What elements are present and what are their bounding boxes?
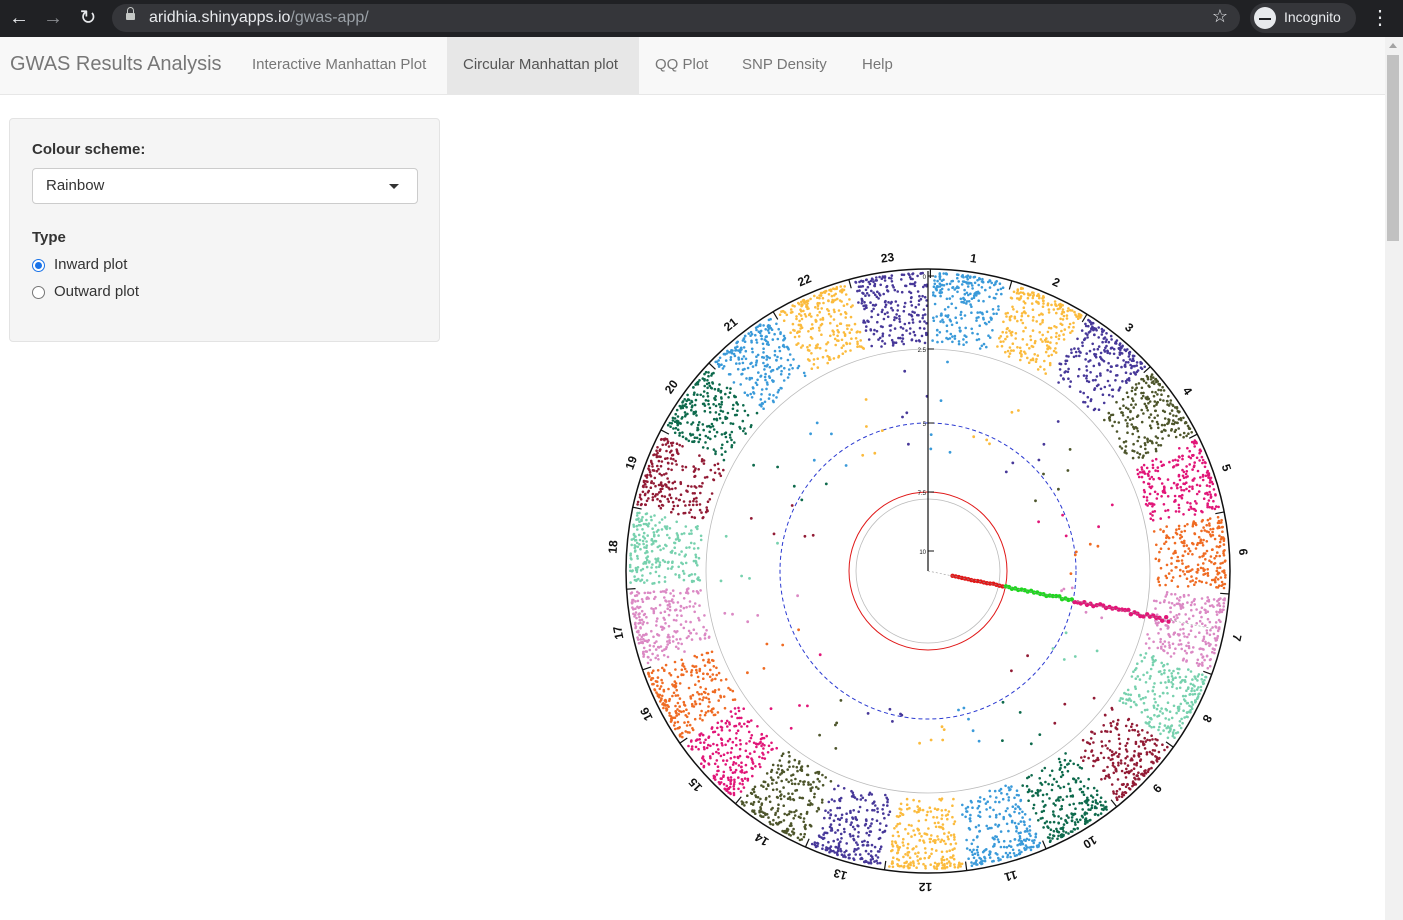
chromosome-divider <box>1203 670 1212 675</box>
incognito-label: Incognito <box>1284 9 1341 25</box>
colour-scheme-value: Rainbow <box>46 177 105 194</box>
chromosome-20-points <box>666 370 828 502</box>
chromosome-label: 21 <box>721 315 740 334</box>
chromosome-divider <box>804 838 810 848</box>
scrollbar-thumb[interactable] <box>1387 55 1399 241</box>
axis-tick-label: 0 <box>923 275 927 281</box>
chromosome-divider <box>772 311 779 320</box>
chromosome-label: 5 <box>1219 462 1235 473</box>
axis-tick-label: 2.5 <box>918 348 927 354</box>
chromosome-12-points <box>888 725 964 871</box>
chevron-down-icon <box>389 184 399 189</box>
chromosome-label: 20 <box>662 377 681 396</box>
tab-interactive-manhattan[interactable]: Interactive Manhattan Plot <box>236 37 447 94</box>
chromosome-divider <box>679 737 688 744</box>
reload-icon[interactable]: ↻ <box>73 0 103 37</box>
chromosome-7-points <box>1060 586 1226 670</box>
chromosome-divider <box>1188 433 1198 439</box>
chromosome-divider <box>883 860 887 870</box>
url-text: aridhia.shinyapps.io/gwas-app/ <box>149 9 369 27</box>
chromosome-divider <box>626 588 636 590</box>
chromosome-label: 2 <box>1050 275 1062 291</box>
forward-icon[interactable]: → <box>38 0 68 37</box>
chromosome-divider <box>1110 799 1118 808</box>
chromosome-label: 23 <box>880 250 895 266</box>
chromosome-divider <box>642 666 652 671</box>
type-label: Type <box>32 229 66 246</box>
radio-outward-indicator[interactable] <box>32 286 45 299</box>
chromosome-divider <box>1008 280 1013 290</box>
address-bar[interactable]: aridhia.shinyapps.io/gwas-app/ ☆ <box>112 4 1240 32</box>
chromosome-divider <box>848 279 852 289</box>
axis-tick-label: 10 <box>919 550 926 556</box>
chromosome-label: 15 <box>686 775 706 795</box>
chromosome-8-points <box>1051 631 1208 740</box>
chromosome-23-points <box>854 271 929 446</box>
chromosome-divider <box>735 796 742 805</box>
app-navbar: GWAS Results Analysis Interactive Manhat… <box>0 37 1385 95</box>
chromosome-label: 14 <box>752 830 771 849</box>
radio-inward-label: Inward plot <box>54 256 128 273</box>
chromosome-1-points <box>929 272 1005 454</box>
chromosome-label: 8 <box>1199 712 1215 725</box>
scroll-up-icon[interactable] <box>1389 43 1397 48</box>
chromosome-13-points <box>810 707 904 865</box>
chromosome-label: 11 <box>1003 867 1019 884</box>
chromosome-divider <box>1220 592 1230 595</box>
chromosome-4-points <box>1034 373 1193 503</box>
chromosome-divider <box>1042 840 1047 850</box>
incognito-icon <box>1254 7 1276 29</box>
chromosome-18-points <box>628 511 779 585</box>
colour-scheme-select[interactable]: Rainbow <box>32 168 418 204</box>
chromosome-label: 9 <box>1149 781 1164 796</box>
chromosome-label: 12 <box>918 880 932 894</box>
chromosome-divider <box>1215 511 1225 515</box>
chromosome-11-points <box>957 706 1042 867</box>
chromosome-divider <box>632 506 642 510</box>
tab-qq-plot[interactable]: QQ Plot <box>639 37 726 94</box>
app-brand: GWAS Results Analysis <box>10 53 222 75</box>
url-host: aridhia.shinyapps.io <box>149 9 291 26</box>
tab-snp-density[interactable]: SNP Density <box>726 37 846 94</box>
chromosome-6-points <box>1069 515 1227 590</box>
chromosome-divider <box>1081 313 1088 323</box>
chromosome-2-points <box>972 286 1083 446</box>
chromosome-label: 10 <box>1080 833 1099 852</box>
incognito-badge[interactable]: Incognito <box>1250 3 1356 33</box>
sidebar-panel: Colour scheme: Rainbow Type Inward plot … <box>9 118 440 342</box>
bookmark-star-icon[interactable]: ☆ <box>1212 6 1228 27</box>
radio-outward-label: Outward plot <box>54 283 140 300</box>
chromosome-divider <box>660 429 670 435</box>
browser-menu-icon[interactable]: ⋮ <box>1370 0 1390 37</box>
axis-tick-label: 7.5 <box>918 491 927 497</box>
chromosome-label: 16 <box>637 705 656 724</box>
browser-toolbar: ← → ↻ aridhia.shinyapps.io/gwas-app/ ☆ I… <box>0 0 1403 37</box>
chromosome-label: 18 <box>606 539 621 554</box>
significant-snp-point <box>1159 618 1165 623</box>
url-path: /gwas-app/ <box>290 9 369 26</box>
chromosome-label: 22 <box>796 271 814 289</box>
chromosome-label: 1 <box>969 251 978 266</box>
lock-icon <box>126 7 135 20</box>
page-scrollbar[interactable] <box>1385 37 1403 920</box>
tab-help[interactable]: Help <box>846 37 911 94</box>
chromosome-label: 4 <box>1180 384 1195 398</box>
colour-scheme-label: Colour scheme: <box>32 141 146 158</box>
tab-circular-manhattan[interactable]: Circular Manhattan plot <box>447 37 639 94</box>
chromosome-label: 7 <box>1229 633 1244 643</box>
chromosome-divider <box>708 362 716 370</box>
chromosome-17-points <box>629 587 799 665</box>
chromosome-label: 6 <box>1236 548 1250 556</box>
circular-manhattan-plot: 123456789101112131415161718192021222302.… <box>606 250 1250 894</box>
chromosome-21-points <box>714 317 848 467</box>
back-icon[interactable]: ← <box>4 0 34 37</box>
chromosome-divider <box>964 861 968 871</box>
chromosome-label: 19 <box>622 454 640 472</box>
chromosome-16-points <box>647 628 800 739</box>
chromosome-label: 17 <box>610 625 626 641</box>
chromosome-label: 13 <box>832 866 849 883</box>
radio-inward-indicator[interactable] <box>32 259 45 272</box>
chromosome-label: 3 <box>1122 320 1136 335</box>
